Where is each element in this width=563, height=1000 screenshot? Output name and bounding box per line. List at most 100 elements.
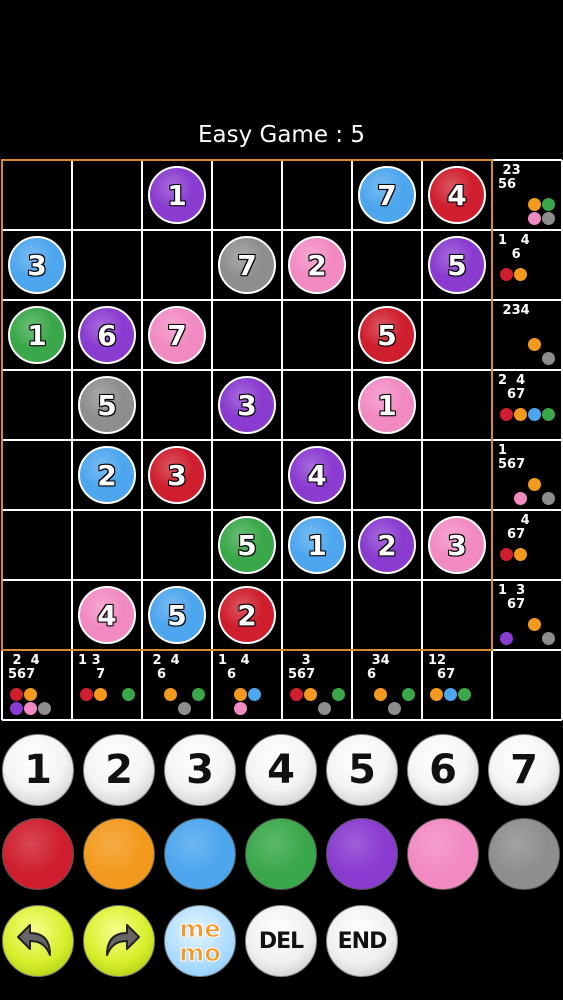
delete-button[interactable]: DEL	[245, 905, 317, 977]
number-ball: 3	[428, 516, 486, 574]
number-ball: 2	[78, 446, 136, 504]
grid-cell[interactable]	[142, 230, 212, 300]
hint-color-dot	[234, 688, 247, 701]
color-button-6[interactable]	[407, 818, 479, 890]
grid-cell[interactable]	[282, 370, 352, 440]
ball-number: 5	[166, 598, 187, 633]
number-button-5[interactable]: 5	[326, 734, 398, 806]
number-button-1[interactable]: 1	[2, 734, 74, 806]
number-ball: 7	[218, 236, 276, 294]
ball-number: 4	[306, 458, 327, 493]
undo-button[interactable]	[2, 905, 74, 977]
grid-cell[interactable]	[212, 160, 282, 230]
grid-cell[interactable]	[422, 580, 492, 650]
grid-cell[interactable]	[282, 160, 352, 230]
grid-cell[interactable]	[422, 300, 492, 370]
hint-color-dot	[528, 338, 541, 351]
ball-number: 2	[236, 598, 257, 633]
number-button-6[interactable]: 6	[407, 734, 479, 806]
column-hint: 1 3 7	[74, 652, 140, 718]
hint-color-dot	[304, 688, 317, 701]
ball-number: 1	[306, 528, 327, 563]
grid-cell[interactable]	[422, 370, 492, 440]
hint-color-dot	[542, 352, 555, 365]
ball-number: 1	[166, 178, 187, 213]
grid-cell[interactable]	[142, 510, 212, 580]
grid-cell[interactable]	[2, 370, 72, 440]
hint-digits: 234	[502, 303, 530, 318]
number-ball: 1	[148, 166, 206, 224]
color-button-2[interactable]	[83, 818, 155, 890]
hint-color-dot	[388, 702, 401, 715]
number-button-3[interactable]: 3	[164, 734, 236, 806]
grid-cell[interactable]	[212, 300, 282, 370]
delete-label: DEL	[258, 928, 304, 954]
memo-button[interactable]: me mo	[164, 905, 236, 977]
hint-color-dot	[514, 408, 527, 421]
grid-cell[interactable]	[2, 580, 72, 650]
end-label: END	[337, 928, 388, 954]
hint-digits: 34 6	[367, 653, 390, 682]
hint-color-dot	[514, 268, 527, 281]
number-ball: 4	[428, 166, 486, 224]
ball-number: 2	[96, 458, 117, 493]
grid-cell[interactable]	[72, 160, 142, 230]
column-hint: 2 4 6	[144, 652, 210, 718]
number-button-label: 3	[186, 747, 214, 793]
grid-cell[interactable]	[2, 160, 72, 230]
redo-button[interactable]	[83, 905, 155, 977]
hint-color-dot	[164, 688, 177, 701]
grid-cell[interactable]	[352, 440, 422, 510]
grid-cell[interactable]	[352, 580, 422, 650]
hint-digits: 2 4 6	[152, 653, 180, 682]
grid-cell[interactable]	[2, 510, 72, 580]
color-button-4[interactable]	[245, 818, 317, 890]
number-button-2[interactable]: 2	[83, 734, 155, 806]
hint-digits: 3 567	[288, 653, 316, 682]
hint-color-dot	[528, 212, 541, 225]
hint-digits: 1 3 7	[78, 653, 106, 682]
row-hint: 2 4 67	[494, 372, 560, 438]
hint-color-dot	[332, 688, 345, 701]
number-button-4[interactable]: 4	[245, 734, 317, 806]
hint-color-dot	[38, 702, 51, 715]
puzzle-board: 174372516755312345123452 23 56 1 4 6 234…	[0, 0, 563, 730]
grid-cell[interactable]	[72, 230, 142, 300]
number-ball: 5	[358, 306, 416, 364]
board-border	[1, 649, 493, 651]
hint-color-dot	[430, 688, 443, 701]
hint-color-dot	[290, 688, 303, 701]
ball-number: 5	[376, 318, 397, 353]
ball-number: 4	[96, 598, 117, 633]
grid-cell[interactable]	[212, 440, 282, 510]
color-button-5[interactable]	[326, 818, 398, 890]
number-ball: 5	[78, 376, 136, 434]
color-button-3[interactable]	[164, 818, 236, 890]
hint-color-dot	[528, 198, 541, 211]
grid-cell[interactable]	[282, 300, 352, 370]
redo-arrow-icon	[106, 924, 140, 956]
row-hint: 1 567	[494, 442, 560, 508]
hint-digits: 1 4 6	[218, 653, 250, 682]
end-button[interactable]: END	[326, 905, 398, 977]
grid-cell[interactable]	[2, 440, 72, 510]
row-hint: 1 4 6	[494, 232, 560, 298]
grid-cell[interactable]	[352, 230, 422, 300]
color-button-1[interactable]	[2, 818, 74, 890]
hint-color-dot	[374, 688, 387, 701]
hint-color-dot	[500, 548, 513, 561]
number-ball: 1	[288, 516, 346, 574]
number-button-label: 6	[429, 747, 457, 793]
hint-color-dot	[514, 548, 527, 561]
number-ball: 4	[78, 586, 136, 644]
color-button-7[interactable]	[488, 818, 560, 890]
number-button-7[interactable]: 7	[488, 734, 560, 806]
grid-cell[interactable]	[422, 440, 492, 510]
hint-color-dot	[318, 702, 331, 715]
hint-digits: 4 67	[507, 513, 530, 542]
grid-cell[interactable]	[142, 370, 212, 440]
grid-cell[interactable]	[282, 580, 352, 650]
number-button-label: 4	[267, 747, 295, 793]
ball-number: 4	[446, 178, 467, 213]
grid-cell[interactable]	[72, 510, 142, 580]
